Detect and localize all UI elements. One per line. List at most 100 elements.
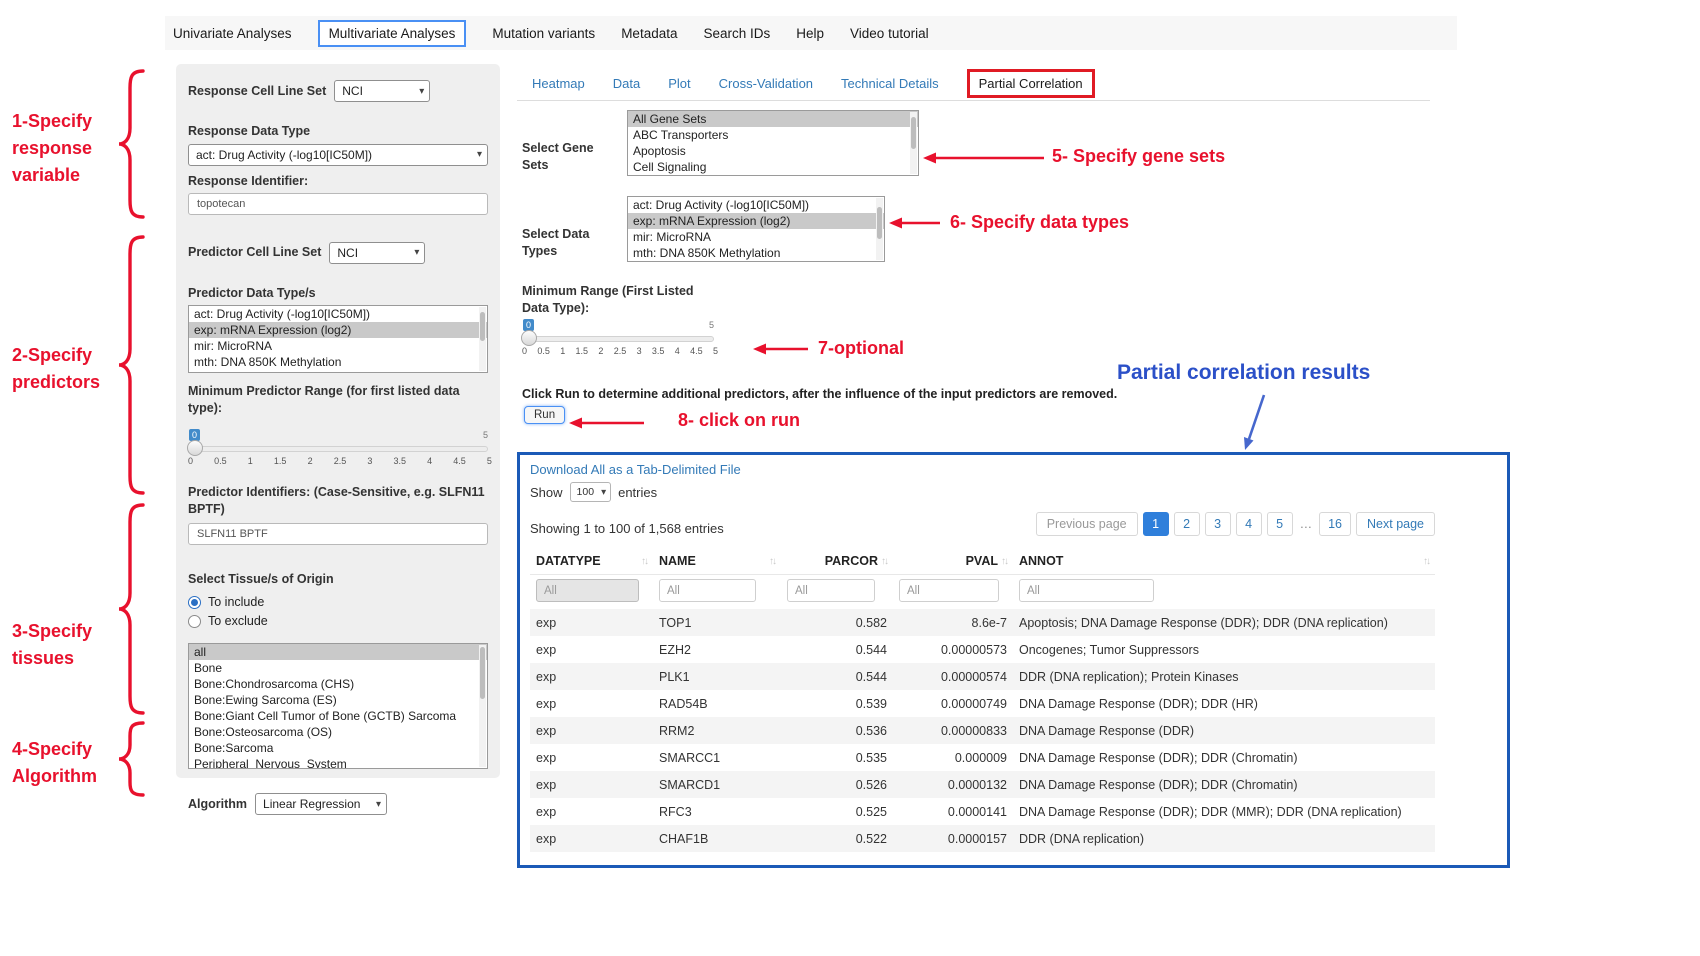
col-header-name[interactable]: NAME↑↓ (653, 548, 781, 575)
page-ellipsis: … (1298, 513, 1315, 535)
run-button[interactable]: Run (524, 406, 565, 424)
tabs-divider (517, 100, 1430, 101)
scrollbar[interactable] (910, 112, 917, 174)
filter-pval-input[interactable] (899, 579, 999, 602)
response-data-type-select[interactable]: act: Drug Activity (-log10[IC50M]) ▾ (188, 144, 488, 166)
listbox-option[interactable]: ABC Transporters (628, 127, 918, 143)
tissue-include-radio[interactable]: To include (188, 595, 488, 609)
previous-page-button[interactable]: Previous page (1036, 512, 1138, 536)
filter-annot-input[interactable] (1019, 579, 1154, 602)
sort-icon[interactable]: ↑↓ (641, 556, 647, 567)
tab-plot[interactable]: Plot (668, 76, 690, 91)
predictor-cell-line-row: Predictor Cell Line Set NCI ▾ (188, 242, 488, 264)
listbox-option[interactable]: Bone:Chondrosarcoma (CHS) (189, 676, 487, 692)
listbox-option[interactable]: mth: DNA 850K Methylation (628, 245, 884, 261)
tissue-exclude-radio[interactable]: To exclude (188, 614, 488, 628)
tab-data[interactable]: Data (613, 76, 640, 91)
nav-mutation-variants[interactable]: Mutation variants (492, 26, 595, 41)
nav-univariate-analyses[interactable]: Univariate Analyses (173, 26, 292, 41)
table-row[interactable]: exp PLK1 0.544 0.00000574 DDR (DNA repli… (530, 663, 1435, 690)
col-header-parcor[interactable]: PARCOR↑↓ (781, 548, 893, 575)
response-cell-line-label: Response Cell Line Set (188, 83, 326, 100)
listbox-option[interactable]: mir: MicroRNA (628, 229, 884, 245)
listbox-option[interactable]: Peripheral_Nervous_System (189, 756, 487, 768)
filter-datatype-input[interactable] (536, 579, 639, 602)
listbox-option[interactable]: exp: mRNA Expression (log2) (628, 213, 884, 229)
next-page-button[interactable]: Next page (1356, 512, 1435, 536)
page-2-button[interactable]: 2 (1174, 512, 1200, 536)
slider-track[interactable] (522, 336, 714, 342)
filter-parcor-input[interactable] (787, 579, 875, 602)
col-header-label: PVAL (966, 554, 998, 568)
sort-icon[interactable]: ↑↓ (769, 556, 775, 567)
scrollbar-thumb[interactable] (480, 647, 485, 698)
listbox-option[interactable]: exp: mRNA Expression (log2) (189, 322, 487, 338)
cell-pval: 0.000009 (893, 744, 1013, 771)
entries-per-page-select[interactable]: 100 ▾ (570, 482, 612, 502)
listbox-option[interactable]: Bone (189, 660, 487, 676)
slider-tick-label: 3 (637, 346, 642, 356)
table-row[interactable]: exp TOP1 0.582 8.6e-7 Apoptosis; DNA Dam… (530, 609, 1435, 636)
min-range-slider: 0 5 00.511.522.533.544.55 (522, 322, 714, 360)
page-3-button[interactable]: 3 (1205, 512, 1231, 536)
table-row[interactable]: exp SMARCD1 0.526 0.0000132 DNA Damage R… (530, 771, 1435, 798)
slider-handle[interactable] (187, 440, 203, 456)
listbox-option[interactable]: Bone:Ewing Sarcoma (ES) (189, 692, 487, 708)
response-identifier-input[interactable] (188, 193, 488, 215)
scrollbar[interactable] (479, 645, 486, 767)
listbox-option[interactable]: Apoptosis (628, 143, 918, 159)
col-header-datatype[interactable]: DATATYPE↑↓ (530, 548, 653, 575)
nav-multivariate-analyses[interactable]: Multivariate Analyses (318, 20, 467, 47)
predictor-identifiers-input[interactable] (188, 523, 488, 545)
table-row[interactable]: exp RFC3 0.525 0.0000141 DNA Damage Resp… (530, 798, 1435, 825)
tab-cross-validation[interactable]: Cross-Validation (719, 76, 813, 91)
tab-technical-details[interactable]: Technical Details (841, 76, 939, 91)
tab-heatmap[interactable]: Heatmap (532, 76, 585, 91)
table-header-row: DATATYPE↑↓ NAME↑↓ PARCOR↑↓ PVAL↑↓ ANNOT↑… (530, 548, 1435, 575)
page-16-button[interactable]: 16 (1319, 512, 1351, 536)
listbox-option[interactable]: Bone:Osteosarcoma (OS) (189, 724, 487, 740)
slider-track[interactable] (188, 446, 488, 452)
listbox-option[interactable]: act: Drug Activity (-log10[IC50M]) (189, 306, 487, 322)
nav-search-ids[interactable]: Search IDs (703, 26, 770, 41)
table-row[interactable]: exp SMARCC1 0.535 0.000009 DNA Damage Re… (530, 744, 1435, 771)
sort-icon[interactable]: ↑↓ (881, 556, 887, 567)
listbox-option[interactable]: All Gene Sets (628, 111, 918, 127)
download-link[interactable]: Download All as a Tab-Delimited File (530, 462, 741, 477)
table-row[interactable]: exp RAD54B 0.539 0.00000749 DNA Damage R… (530, 690, 1435, 717)
slider-handle[interactable] (521, 330, 537, 346)
scrollbar-thumb[interactable] (480, 312, 485, 341)
listbox-option[interactable]: Cell Signaling (628, 159, 918, 175)
tissue-listbox: allBoneBone:Chondrosarcoma (CHS)Bone:Ewi… (188, 643, 488, 769)
scrollbar-thumb[interactable] (877, 207, 882, 239)
listbox-option[interactable]: mir: MicroRNA (189, 338, 487, 354)
table-row[interactable]: exp EZH2 0.544 0.00000573 Oncogenes; Tum… (530, 636, 1435, 663)
page-4-button[interactable]: 4 (1236, 512, 1262, 536)
scrollbar[interactable] (479, 307, 486, 371)
listbox-option[interactable]: mth: DNA 850K Methylation (189, 354, 487, 370)
nav-help[interactable]: Help (796, 26, 824, 41)
sort-icon[interactable]: ↑↓ (1001, 556, 1007, 567)
table-row[interactable]: exp RRM2 0.536 0.00000833 DNA Damage Res… (530, 717, 1435, 744)
cell-name: RRM2 (653, 717, 781, 744)
nav-video-tutorial[interactable]: Video tutorial (850, 26, 929, 41)
scrollbar[interactable] (876, 198, 883, 260)
listbox-option[interactable]: act: Drug Activity (-log10[IC50M]) (628, 197, 884, 213)
predictor-cell-line-select[interactable]: NCI ▾ (329, 242, 425, 264)
gene-sets-arrow-icon (922, 151, 1046, 165)
col-header-pval[interactable]: PVAL↑↓ (893, 548, 1013, 575)
page-1-button[interactable]: 1 (1143, 512, 1169, 536)
scrollbar-thumb[interactable] (911, 117, 916, 149)
table-row[interactable]: exp CHAF1B 0.522 0.0000157 DDR (DNA repl… (530, 825, 1435, 852)
response-cell-line-select[interactable]: NCI ▾ (334, 80, 430, 102)
filter-name-input[interactable] (659, 579, 756, 602)
page-5-button[interactable]: 5 (1267, 512, 1293, 536)
listbox-option[interactable]: Bone:Sarcoma (189, 740, 487, 756)
listbox-option[interactable]: all (189, 644, 487, 660)
nav-metadata[interactable]: Metadata (621, 26, 677, 41)
sort-icon[interactable]: ↑↓ (1423, 556, 1429, 567)
listbox-option[interactable]: Bone:Giant Cell Tumor of Bone (GCTB) Sar… (189, 708, 487, 724)
col-header-annot[interactable]: ANNOT↑↓ (1013, 548, 1435, 575)
algorithm-select[interactable]: Linear Regression ▾ (255, 793, 387, 815)
tab-partial-correlation[interactable]: Partial Correlation (967, 69, 1095, 98)
